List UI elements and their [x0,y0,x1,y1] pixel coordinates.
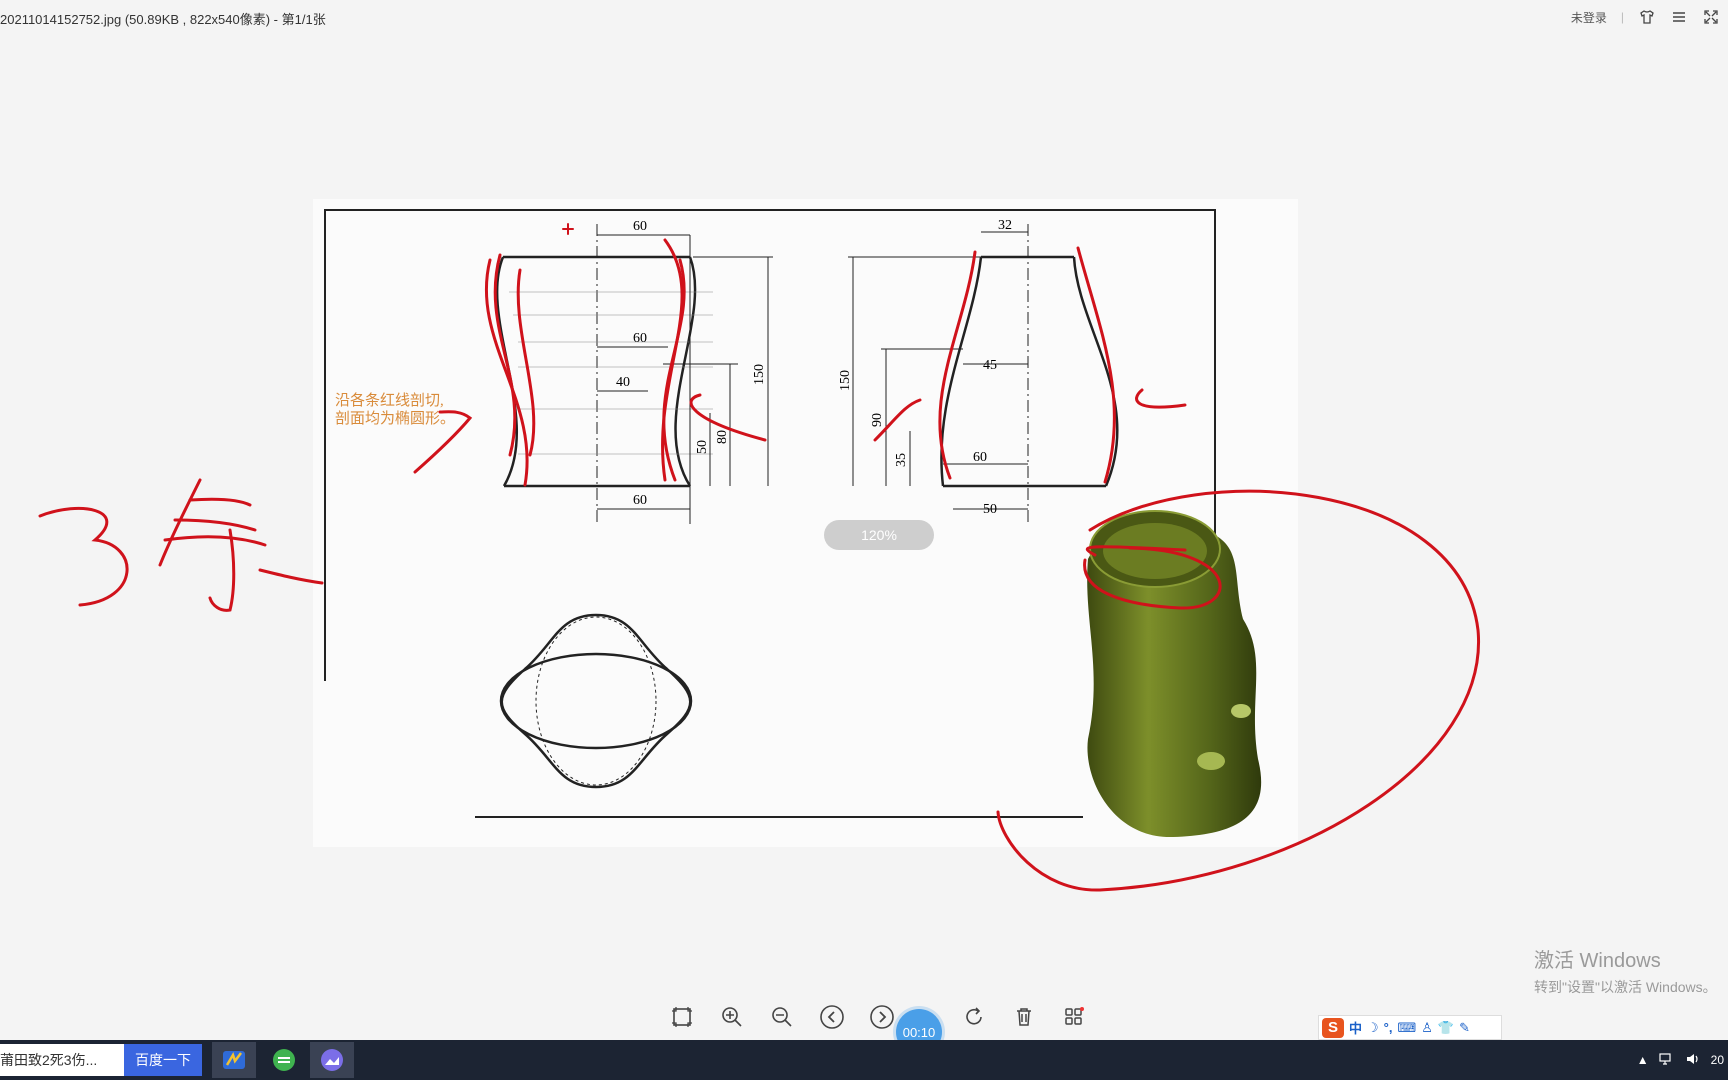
dim-label: 60 [973,450,987,465]
network-icon[interactable] [1659,1052,1675,1069]
grid-icon[interactable] [1056,1000,1092,1034]
taskbar: 莆田致2死3伤... 百度一下 ▲ 20 [0,1040,1728,1080]
system-tray: ▲ 20 [1637,1040,1728,1080]
menu-icon[interactable] [1670,8,1688,26]
dim-label: 50 [695,440,710,454]
viewer-toolbar [664,1000,1092,1034]
tools-icon[interactable]: ✎ [1459,1020,1470,1036]
side-view [848,224,1119,524]
dim-label: 150 [838,370,853,391]
fullscreen-icon[interactable] [1702,8,1720,26]
drawing-svg: 60 60 40 60 150 80 50 沿各条红线剖切, 剖面均为椭圆形。 [324,209,1262,838]
taskbar-app-drawing[interactable] [212,1042,256,1078]
volume-icon[interactable] [1685,1052,1701,1069]
title-separator: | [1620,10,1624,24]
dim-label: 35 [894,453,909,467]
front-view [495,224,773,524]
voice-icon[interactable]: ♙ [1421,1020,1433,1036]
window-title: 20211014152752.jpg (50.89KB , 822x540像素)… [0,12,326,27]
next-icon[interactable] [864,1000,900,1034]
dim-label: 80 [715,430,730,444]
dim-label: 60 [633,219,647,234]
drawing-note-line2: 剖面均为椭圆形。 [335,410,455,427]
login-link[interactable]: 未登录 [1571,9,1607,26]
title-bar: 20211014152752.jpg (50.89KB , 822x540像素)… [0,0,1728,34]
technical-drawing-image: 60 60 40 60 150 80 50 沿各条红线剖切, 剖面均为椭圆形。 [313,199,1298,847]
ime-toolbar: S 中 ☽ °, ⌨ ♙ 👕 ✎ [1318,1015,1502,1040]
dim-label: 150 [752,364,767,385]
tray-expand-icon[interactable]: ▲ [1637,1053,1649,1067]
sogou-logo-icon[interactable]: S [1322,1017,1344,1038]
drawing-app-icon [223,1051,245,1069]
taskbar-app-photo-viewer[interactable] [310,1042,354,1078]
taskbar-app-browser[interactable] [262,1042,306,1078]
zoom-level-badge: 120% [824,520,934,550]
drawing-note-line1: 沿各条红线剖切, [335,392,444,409]
dim-label: 60 [633,331,647,346]
baidu-search-button[interactable]: 百度一下 [124,1044,202,1076]
keyboard-icon[interactable]: ⌨ [1397,1020,1416,1036]
punctuation-icon[interactable]: °, [1384,1020,1393,1035]
fit-window-icon[interactable] [664,1000,700,1034]
watermark-title: 激活 Windows [1534,950,1661,972]
browser-app-icon [273,1049,295,1071]
zoom-out-icon[interactable] [764,1000,800,1034]
watermark-subtitle: 转到"设置"以激活 Windows。 [1534,979,1717,995]
prev-icon[interactable] [814,1000,850,1034]
trash-icon[interactable] [1006,1000,1042,1034]
zoom-in-icon[interactable] [714,1000,750,1034]
rotate-icon[interactable] [956,1000,992,1034]
photo-viewer-icon [321,1049,343,1071]
dim-label: 60 [633,493,647,508]
3d-model-render [1087,510,1262,838]
top-view [499,613,693,789]
clock[interactable]: 20 [1711,1053,1724,1067]
dim-label: 90 [870,413,885,427]
shirt-icon[interactable] [1638,8,1656,26]
skin-icon[interactable]: 👕 [1438,1020,1454,1036]
dim-label: 45 [983,358,997,373]
ime-language-toggle[interactable]: 中 [1349,1018,1362,1037]
taskbar-search-input[interactable]: 莆田致2死3伤... [0,1044,124,1076]
moon-icon[interactable]: ☽ [1367,1020,1379,1036]
windows-activation-watermark: 激活 Windows 转到"设置"以激活 Windows。 [1534,944,1717,997]
dim-label: 40 [616,375,630,390]
dim-label: 50 [983,502,997,517]
dim-label: 32 [998,218,1012,233]
title-actions: 未登录 | [1571,8,1720,26]
